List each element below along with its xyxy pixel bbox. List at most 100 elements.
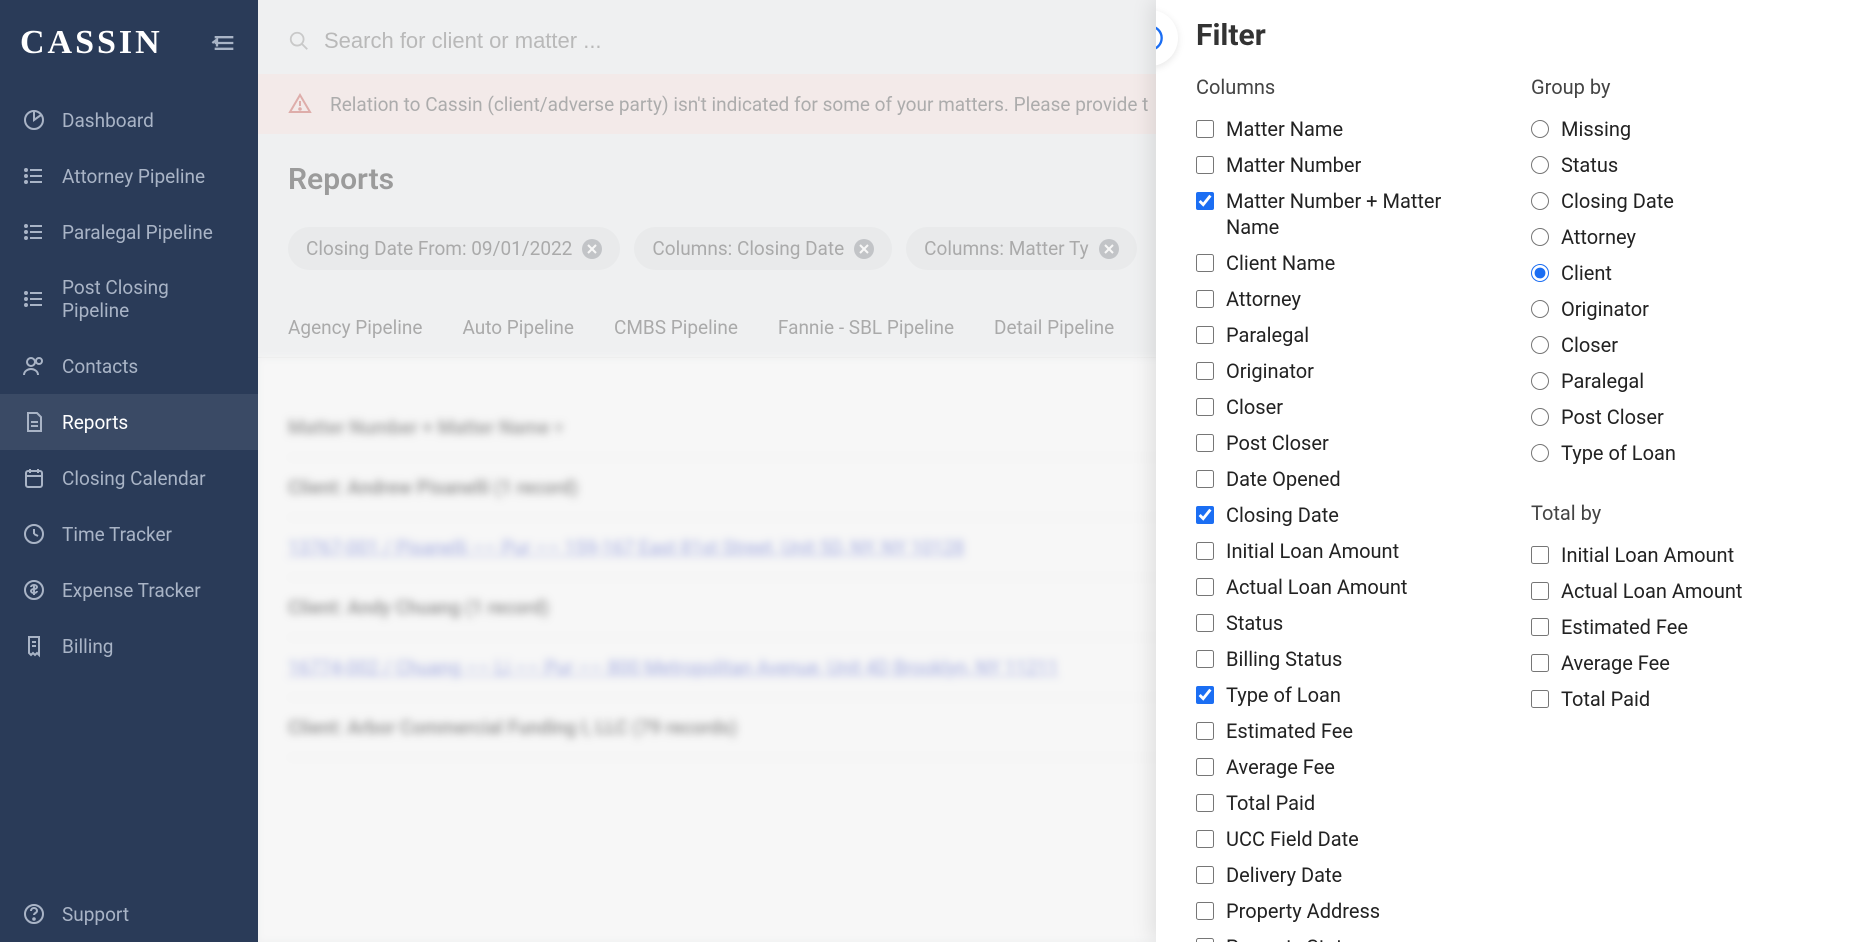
filter-group-radio[interactable] [1531, 192, 1549, 210]
filter-group-radio[interactable] [1531, 336, 1549, 354]
filter-column-checkbox[interactable] [1196, 254, 1214, 272]
filter-column-checkbox[interactable] [1196, 722, 1214, 740]
filter-group-radio[interactable] [1531, 300, 1549, 318]
filter-total-checkbox[interactable] [1531, 546, 1549, 564]
filter-column-checkbox[interactable] [1196, 506, 1214, 524]
filter-column-label[interactable]: Matter Number + Matter Name [1226, 188, 1491, 240]
filter-column-checkbox[interactable] [1196, 470, 1214, 488]
filter-column-checkbox[interactable] [1196, 758, 1214, 776]
chip-remove-icon[interactable] [854, 239, 874, 259]
filter-total-label[interactable]: Actual Loan Amount [1561, 578, 1742, 604]
filter-column-checkbox[interactable] [1196, 120, 1214, 138]
filter-group-radio[interactable] [1531, 156, 1549, 174]
filter-total-checkbox[interactable] [1531, 654, 1549, 672]
filter-column-checkbox[interactable] [1196, 650, 1214, 668]
tab-detail-pipeline[interactable]: Detail Pipeline [994, 316, 1114, 339]
filter-column-label[interactable]: Originator [1226, 358, 1314, 384]
filter-total-row: Estimated Fee [1531, 609, 1826, 645]
filter-column-checkbox[interactable] [1196, 830, 1214, 848]
sidebar-item-contacts[interactable]: Contacts [0, 338, 258, 394]
close-filter-button[interactable] [1156, 10, 1178, 66]
filter-column-label[interactable]: Total Paid [1226, 790, 1315, 816]
filter-column-label[interactable]: Matter Number [1226, 152, 1361, 178]
sidebar-item-dashboard[interactable]: Dashboard [0, 92, 258, 148]
filter-column-checkbox[interactable] [1196, 326, 1214, 344]
tab-agency-pipeline[interactable]: Agency Pipeline [288, 316, 422, 339]
filter-column-label[interactable]: Property Address [1226, 898, 1380, 924]
filter-column-checkbox[interactable] [1196, 398, 1214, 416]
filter-group-radio[interactable] [1531, 120, 1549, 138]
filter-group-label[interactable]: Post Closer [1561, 404, 1664, 430]
filter-column-label[interactable]: Closing Date [1226, 502, 1339, 528]
filter-column-label[interactable]: Closer [1226, 394, 1283, 420]
collapse-icon[interactable] [210, 29, 238, 57]
filter-total-label[interactable]: Total Paid [1561, 686, 1650, 712]
filter-group-radio[interactable] [1531, 372, 1549, 390]
filter-column-label[interactable]: Attorney [1226, 286, 1301, 312]
filter-column-checkbox[interactable] [1196, 290, 1214, 308]
filter-column-label[interactable]: Initial Loan Amount [1226, 538, 1399, 564]
tab-fannie-sbl-pipeline[interactable]: Fannie - SBL Pipeline [778, 316, 954, 339]
filter-total-checkbox[interactable] [1531, 690, 1549, 708]
filter-column-label[interactable]: Status [1226, 610, 1283, 636]
sidebar-item-attorney-pipeline[interactable]: Attorney Pipeline [0, 148, 258, 204]
filter-group-label[interactable]: Paralegal [1561, 368, 1644, 394]
filter-column-checkbox[interactable] [1196, 434, 1214, 452]
sidebar-item-billing[interactable]: Billing [0, 618, 258, 674]
filter-column-checkbox[interactable] [1196, 938, 1214, 942]
filter-column-label[interactable]: Actual Loan Amount [1226, 574, 1407, 600]
filter-group-radio[interactable] [1531, 408, 1549, 426]
filter-group-label[interactable]: Missing [1561, 116, 1631, 142]
filter-group-label[interactable]: Attorney [1561, 224, 1636, 250]
filter-column-label[interactable]: Delivery Date [1226, 862, 1342, 888]
filter-total-label[interactable]: Initial Loan Amount [1561, 542, 1734, 568]
filter-column-label[interactable]: Matter Name [1226, 116, 1343, 142]
filter-group-label[interactable]: Closing Date [1561, 188, 1674, 214]
filter-column-checkbox[interactable] [1196, 614, 1214, 632]
sidebar-item-post-closing-pipeline[interactable]: Post Closing Pipeline [0, 260, 258, 338]
chip-remove-icon[interactable] [582, 239, 602, 259]
filter-column-label[interactable]: Post Closer [1226, 430, 1329, 456]
filter-column-label[interactable]: Client Name [1226, 250, 1335, 276]
filter-group-radio[interactable] [1531, 228, 1549, 246]
filter-total-label[interactable]: Average Fee [1561, 650, 1670, 676]
filter-group-radio[interactable] [1531, 444, 1549, 462]
filter-column-checkbox[interactable] [1196, 902, 1214, 920]
filter-column-checkbox[interactable] [1196, 866, 1214, 884]
filter-column-label[interactable]: Billing Status [1226, 646, 1342, 672]
sidebar-item-expense-tracker[interactable]: Expense Tracker [0, 562, 258, 618]
filter-group-label[interactable]: Type of Loan [1561, 440, 1676, 466]
filter-column-label[interactable]: Type of Loan [1226, 682, 1341, 708]
tab-auto-pipeline[interactable]: Auto Pipeline [462, 316, 574, 339]
filter-total-checkbox[interactable] [1531, 582, 1549, 600]
filter-column-checkbox[interactable] [1196, 156, 1214, 174]
chip-remove-icon[interactable] [1099, 239, 1119, 259]
filter-group-label[interactable]: Originator [1561, 296, 1649, 322]
filter-group-radio[interactable] [1531, 264, 1549, 282]
filter-column-label[interactable]: Property State [1226, 934, 1353, 942]
sidebar-item-support[interactable]: Support [0, 886, 258, 942]
filter-column-label[interactable]: Date Opened [1226, 466, 1341, 492]
filter-column-label[interactable]: Estimated Fee [1226, 718, 1353, 744]
sidebar-item-time-tracker[interactable]: Time Tracker [0, 506, 258, 562]
sidebar-item-reports[interactable]: Reports [0, 394, 258, 450]
filter-column-label[interactable]: UCC Field Date [1226, 826, 1359, 852]
sidebar-item-closing-calendar[interactable]: Closing Calendar [0, 450, 258, 506]
filter-group-label[interactable]: Status [1561, 152, 1618, 178]
tab-cmbs-pipeline[interactable]: CMBS Pipeline [614, 316, 738, 339]
filter-column-checkbox[interactable] [1196, 686, 1214, 704]
filter-column-checkbox[interactable] [1196, 192, 1214, 210]
filter-column-checkbox[interactable] [1196, 362, 1214, 380]
filter-group-label[interactable]: Client [1561, 260, 1612, 286]
filter-column-checkbox[interactable] [1196, 578, 1214, 596]
sidebar-item-paralegal-pipeline[interactable]: Paralegal Pipeline [0, 204, 258, 260]
filter-group-label[interactable]: Closer [1561, 332, 1618, 358]
filter-total-row: Initial Loan Amount [1531, 537, 1826, 573]
filter-column-label[interactable]: Paralegal [1226, 322, 1309, 348]
billing-icon [22, 634, 46, 658]
filter-column-label[interactable]: Average Fee [1226, 754, 1335, 780]
filter-total-label[interactable]: Estimated Fee [1561, 614, 1688, 640]
filter-total-checkbox[interactable] [1531, 618, 1549, 636]
filter-column-checkbox[interactable] [1196, 542, 1214, 560]
filter-column-checkbox[interactable] [1196, 794, 1214, 812]
